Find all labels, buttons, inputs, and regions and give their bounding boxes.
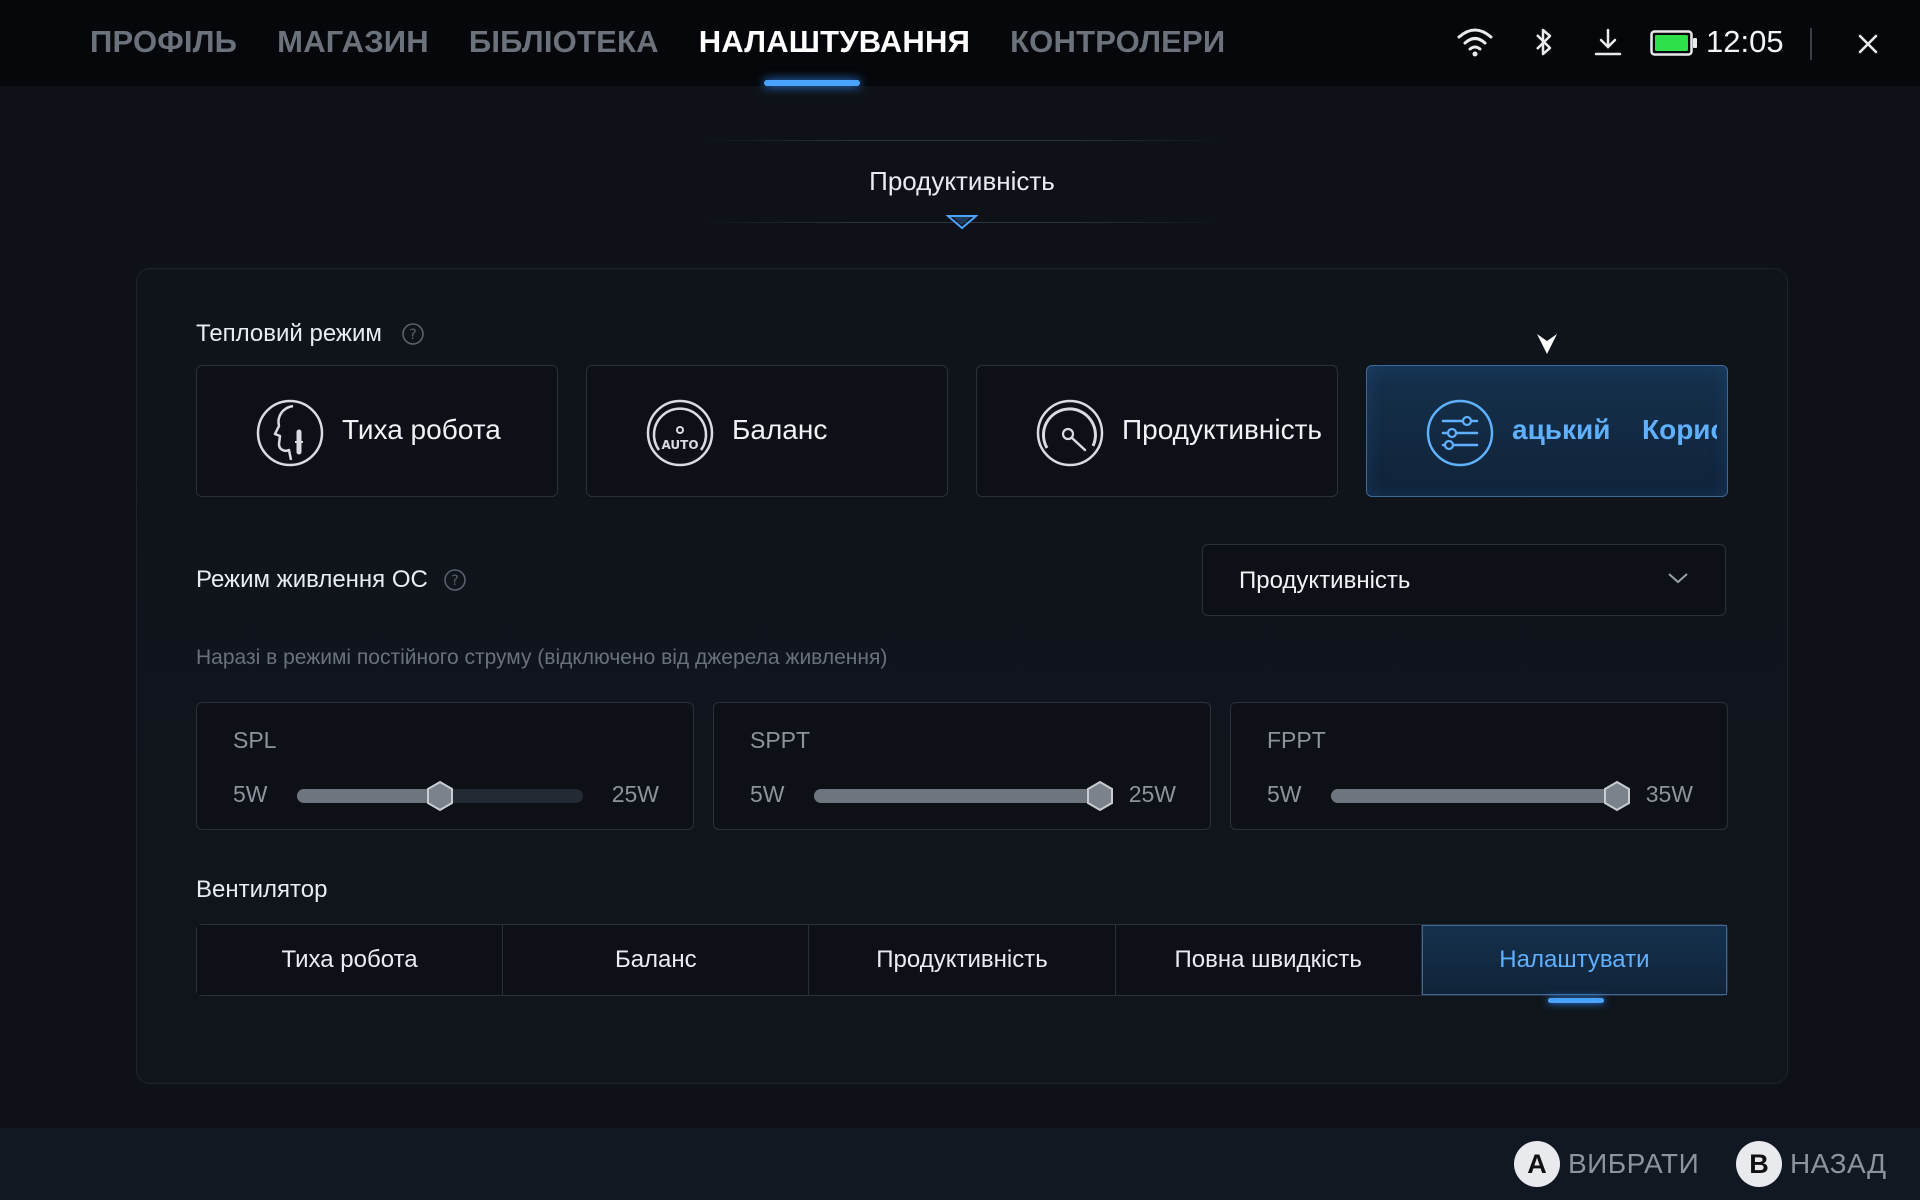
- thermal-mode-silent[interactable]: Тиха робота: [196, 365, 558, 497]
- slider-card-sppt: SPPT 5W 25W: [713, 702, 1211, 830]
- status-area: 12:05: [1380, 0, 1920, 86]
- thermal-mode-label-text: Баланс: [732, 414, 828, 445]
- thermal-mode-performance[interactable]: Продуктивність: [976, 365, 1338, 497]
- slider-min-label: 5W: [750, 781, 785, 807]
- bluetooth-icon[interactable]: [1532, 26, 1556, 58]
- svg-text:?: ?: [409, 327, 416, 343]
- thermal-mode-label-text: Тиха робота: [342, 414, 501, 445]
- thermal-mode-label: Тепловий режим: [196, 320, 382, 347]
- fppt-slider[interactable]: [1331, 780, 1630, 812]
- select-label: ВИБРАТИ: [1568, 1148, 1700, 1179]
- close-icon[interactable]: [1852, 28, 1884, 60]
- clock: 12:05: [1706, 24, 1784, 59]
- pointer-cursor-icon: [1537, 334, 1557, 354]
- fan-option-full-speed[interactable]: Повна швидкість: [1115, 925, 1422, 995]
- slider-min-label: 5W: [233, 781, 268, 807]
- battery-icon: [1650, 30, 1697, 56]
- thermal-mode-balance[interactable]: AUTO Баланс: [586, 365, 948, 497]
- slider-card-fppt: FPPT 5W 35W: [1230, 702, 1728, 830]
- spl-slider[interactable]: [297, 780, 583, 812]
- tab-controllers[interactable]: КОНТРОЛЕРИ: [1010, 24, 1225, 60]
- back-label: НАЗАД: [1790, 1148, 1887, 1179]
- wifi-icon[interactable]: [1456, 26, 1494, 58]
- help-icon[interactable]: ?: [443, 568, 467, 592]
- fan-label: Вентилятор: [196, 876, 328, 903]
- thermal-mode-custom-label: ацький Корис: [1512, 406, 1717, 456]
- auto-gauge-icon: AUTO: [646, 399, 714, 467]
- status-divider: [1810, 28, 1812, 60]
- main-nav: ПРОФІЛЬ МАГАЗИН БІБЛІОТЕКА НАЛАШТУВАННЯ …: [90, 24, 1225, 60]
- slider-card-spl: SPL 5W 25W: [196, 702, 694, 830]
- slider-min-label: 5W: [1267, 781, 1302, 807]
- slider-name: SPPT: [750, 727, 811, 753]
- svg-text:AUTO: AUTO: [661, 438, 698, 452]
- a-button-icon: A: [1514, 1141, 1560, 1187]
- slider-fill: [814, 789, 1100, 803]
- thermal-mode-custom[interactable]: ацький Корис: [1366, 365, 1728, 497]
- performance-gauge-icon: [1036, 399, 1104, 467]
- os-power-mode-dropdown[interactable]: Продуктивність: [1202, 544, 1726, 616]
- slider-thumb[interactable]: [1601, 780, 1633, 812]
- slider-max-label: 35W: [1645, 781, 1693, 807]
- os-power-mode-label: Режим живлення ОС: [196, 566, 428, 593]
- back-button[interactable]: B НАЗАД: [1736, 1141, 1887, 1187]
- fan-option-balance[interactable]: Баланс: [503, 925, 810, 995]
- bottom-hint-bar: A ВИБРАТИ B НАЗАД: [0, 1128, 1920, 1200]
- thermal-mode-label-text: Продуктивність: [1122, 414, 1322, 445]
- slider-max-label: 25W: [1128, 781, 1176, 807]
- top-bar: ПРОФІЛЬ МАГАЗИН БІБЛІОТЕКА НАЛАШТУВАННЯ …: [0, 0, 1920, 86]
- tab-settings[interactable]: НАЛАШТУВАННЯ: [699, 24, 970, 60]
- fan-active-indicator: [1548, 998, 1604, 1003]
- fan-mode-segmented-control: Тиха робота Баланс Продуктивність Повна …: [196, 924, 1728, 996]
- chevron-down-icon[interactable]: [946, 214, 978, 230]
- marquee-text-right: Корис: [1642, 414, 1717, 445]
- slider-fill: [1331, 789, 1617, 803]
- fan-option-silent[interactable]: Тиха робота: [197, 925, 504, 995]
- dropdown-value: Продуктивність: [1239, 567, 1411, 594]
- slider-thumb[interactable]: [1084, 780, 1116, 812]
- tab-profile[interactable]: ПРОФІЛЬ: [90, 24, 237, 60]
- marquee-text-left: ацький: [1512, 414, 1611, 445]
- fan-option-custom[interactable]: Налаштувати: [1421, 925, 1728, 995]
- active-tab-indicator: [764, 80, 860, 86]
- sppt-slider[interactable]: [814, 780, 1113, 812]
- b-button-icon: B: [1736, 1141, 1782, 1187]
- section-title[interactable]: Продуктивність: [700, 166, 1224, 197]
- slider-fill: [297, 789, 440, 803]
- tab-store[interactable]: МАГАЗИН: [277, 24, 429, 60]
- chevron-down-icon: [1668, 573, 1688, 584]
- section-header: Продуктивність: [700, 130, 1224, 230]
- slider-name: SPL: [233, 727, 277, 753]
- slider-max-label: 25W: [611, 781, 659, 807]
- divider: [700, 140, 1224, 141]
- help-icon[interactable]: ?: [401, 322, 425, 346]
- slider-name: FPPT: [1267, 727, 1326, 753]
- svg-text:?: ?: [451, 573, 458, 589]
- fan-option-performance[interactable]: Продуктивність: [809, 925, 1116, 995]
- power-source-hint: Наразі в режимі постійного струму (відкл…: [196, 646, 888, 669]
- tab-library[interactable]: БІБЛІОТЕКА: [469, 24, 659, 60]
- select-button[interactable]: A ВИБРАТИ: [1514, 1141, 1699, 1187]
- silent-face-icon: [256, 399, 324, 467]
- download-icon[interactable]: [1592, 26, 1624, 58]
- slider-thumb[interactable]: [424, 780, 456, 812]
- sliders-icon: [1426, 399, 1494, 467]
